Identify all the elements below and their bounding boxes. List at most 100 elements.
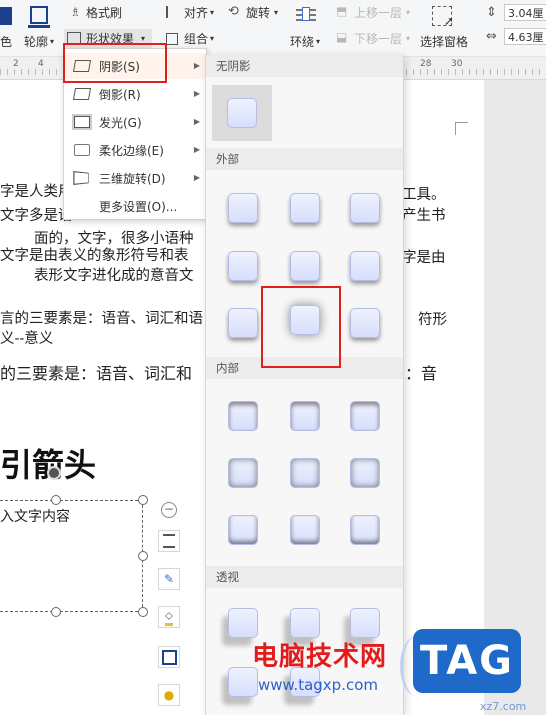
- rotate-button[interactable]: ⟲ 旋转 ▾: [226, 4, 282, 22]
- menu-item-label: 倒影(R): [99, 87, 141, 102]
- outline-style-button[interactable]: [158, 646, 180, 668]
- outer-shadow-option[interactable]: [228, 193, 258, 223]
- inner-shadow-option[interactable]: [350, 401, 380, 431]
- doc-text-fragment: ：音: [405, 364, 438, 383]
- no-shadow-option[interactable]: [212, 85, 272, 141]
- outline-square-icon: [161, 649, 177, 665]
- move-up-label: 上移一层: [354, 6, 403, 20]
- chevron-right-icon: ▶: [193, 173, 200, 182]
- group-button[interactable]: 组合 ▾: [164, 29, 220, 49]
- resize-handle[interactable]: [138, 495, 148, 505]
- wrap-icon: [296, 6, 316, 24]
- section-perspective: 透视: [206, 566, 403, 588]
- ruler-label: 2: [13, 59, 19, 69]
- inner-shadow-option[interactable]: [228, 515, 258, 545]
- outline-icon: [30, 6, 48, 24]
- resize-handle[interactable]: [51, 607, 61, 617]
- perspective-shadow-option[interactable]: [350, 608, 380, 638]
- collapse-icon[interactable]: −: [161, 502, 177, 518]
- inner-shadow-option[interactable]: [290, 401, 320, 431]
- outline-color-bar: [28, 25, 50, 28]
- height-input[interactable]: 3.04厘: [504, 4, 546, 21]
- perspective-shadow-option[interactable]: [228, 608, 258, 638]
- rotate-handle-icon[interactable]: [47, 466, 61, 480]
- inner-shadow-option[interactable]: [228, 401, 258, 431]
- format-painter-button[interactable]: ♗ 格式刷: [68, 4, 130, 22]
- inner-shadow-option[interactable]: [290, 458, 320, 488]
- align-label: 对齐: [184, 6, 209, 20]
- inner-shadow-option[interactable]: [228, 458, 258, 488]
- doc-text-fragment: 产生书: [402, 208, 446, 224]
- textbox-content[interactable]: 入文字内容: [0, 506, 70, 526]
- chevron-down-icon: ▾: [406, 34, 411, 43]
- brush-icon: ♗: [70, 5, 81, 19]
- doc-text-line: 的三要素是：语音、词汇和: [0, 364, 193, 383]
- section-outer: 外部: [206, 148, 403, 170]
- doc-text-fragment: 符形: [418, 312, 447, 328]
- resize-handle[interactable]: [138, 551, 148, 561]
- group-icon: [166, 33, 178, 45]
- reflection-icon: [72, 88, 92, 100]
- outer-shadow-option[interactable]: [228, 308, 258, 338]
- menu-item-label: 三维旋转(D): [99, 171, 166, 186]
- menu-item-reflection[interactable]: 倒影(R) ▶: [64, 81, 206, 107]
- watermark-url: www.tagxp.com: [258, 676, 378, 694]
- rotation-3d-icon: [73, 171, 89, 185]
- ruler-label: 4: [38, 59, 44, 69]
- resize-handle[interactable]: [138, 607, 148, 617]
- doc-text-line: 义--意义: [0, 331, 54, 347]
- move-down-button[interactable]: ⬓ 下移一层 ▾: [334, 29, 414, 49]
- layout-options-button[interactable]: [158, 530, 180, 552]
- ruler-label: 28: [420, 59, 432, 69]
- align-button[interactable]: 对齐 ▾: [164, 4, 220, 22]
- paint-bucket-icon: ⬦: [165, 609, 173, 626]
- outer-shadow-option[interactable]: [350, 193, 380, 223]
- selection-pane-button[interactable]: ➚ 选择窗格: [418, 4, 470, 52]
- inner-shadow-option[interactable]: [350, 515, 380, 545]
- move-up-button[interactable]: ⬒ 上移一层 ▾: [334, 4, 414, 22]
- glow-icon: [74, 116, 90, 128]
- menu-item-label: 发光(G): [99, 115, 142, 130]
- watermark-site-name: 电脑技术网: [252, 642, 388, 672]
- inner-shadow-option[interactable]: [290, 515, 320, 545]
- width-icon: ⇔: [486, 29, 497, 44]
- outer-shadow-option[interactable]: [350, 251, 380, 281]
- move-down-label: 下移一层: [354, 32, 403, 46]
- layout-icon: [163, 534, 175, 548]
- outline-button[interactable]: 轮廓 ▾: [22, 4, 60, 52]
- move-down-icon: ⬓: [336, 30, 348, 44]
- chevron-down-icon: ▾: [406, 8, 411, 17]
- width-input[interactable]: 4.63厘: [504, 28, 546, 45]
- doc-text-line: 表形文字进化成的意音文: [34, 268, 194, 284]
- fill-color-button[interactable]: 色: [0, 4, 20, 52]
- chevron-right-icon: ▶: [193, 61, 200, 70]
- edit-shape-button[interactable]: ✎: [158, 568, 180, 590]
- outer-shadow-option[interactable]: [350, 308, 380, 338]
- doc-text-fragment: 工具。: [402, 187, 446, 203]
- move-up-icon: ⬒: [336, 4, 348, 18]
- chevron-right-icon: ▶: [193, 89, 200, 98]
- wrap-button[interactable]: 环绕 ▾: [288, 4, 328, 52]
- menu-item-glow[interactable]: 发光(G) ▶: [64, 109, 206, 135]
- height-icon: ⇕: [486, 5, 497, 20]
- menu-item-3d-rotation[interactable]: 三维旋转(D) ▶: [64, 165, 206, 191]
- perspective-shadow-option[interactable]: [290, 608, 320, 638]
- menu-item-more-settings[interactable]: 更多设置(O)...: [64, 193, 206, 219]
- menu-item-soft-edges[interactable]: 柔化边缘(E) ▶: [64, 137, 206, 163]
- outer-shadow-option[interactable]: [228, 251, 258, 281]
- cursor-icon: ➚: [444, 14, 455, 28]
- chevron-down-icon: ▾: [210, 8, 215, 17]
- align-icon: [166, 6, 178, 18]
- group-label: 组合: [184, 32, 209, 46]
- outer-shadow-option[interactable]: [290, 251, 320, 281]
- ruler-label: 30: [451, 59, 463, 69]
- pen-icon: ✎: [163, 572, 175, 586]
- inner-shadow-option[interactable]: [350, 458, 380, 488]
- outer-shadow-option[interactable]: [290, 193, 320, 223]
- resize-handle[interactable]: [51, 495, 61, 505]
- chevron-down-icon: ▾: [50, 37, 55, 46]
- rotate-icon: ⟲: [228, 4, 239, 19]
- doc-heading: 引箭头: [0, 446, 97, 484]
- effects-button[interactable]: ●: [158, 684, 180, 706]
- fill-button[interactable]: ⬦: [158, 606, 180, 628]
